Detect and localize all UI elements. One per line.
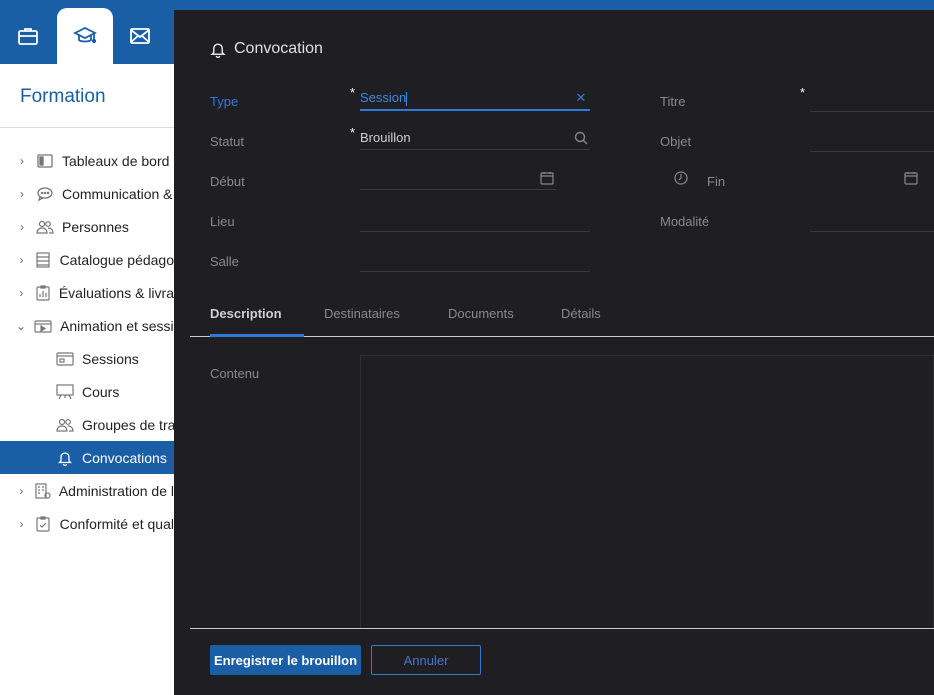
chevron-right-icon: ›: [20, 219, 24, 234]
chevron-right-icon: ›: [19, 483, 24, 498]
graduation-cap-icon: [73, 26, 97, 44]
people-icon: [56, 417, 74, 433]
debut-time-field[interactable]: [564, 166, 690, 190]
tab-description[interactable]: Description: [210, 306, 282, 321]
sidebar-item-administration[interactable]: › Administration de l: [0, 474, 174, 507]
sidebar-item-label: Personnes: [62, 218, 129, 235]
calendar-card-icon: [56, 351, 74, 367]
easel-icon: [56, 383, 74, 400]
statut-field[interactable]: Brouillon: [360, 126, 590, 150]
dashboard-icon: [36, 153, 54, 169]
sidebar-item-sessions[interactable]: Sessions: [0, 342, 174, 375]
chevron-right-icon: ›: [20, 153, 24, 168]
search-icon[interactable]: [572, 131, 590, 145]
people-icon: [36, 219, 54, 235]
dialog-title: Convocation: [210, 40, 323, 58]
envelope-icon: [130, 28, 150, 44]
chart-report-icon: [35, 284, 51, 301]
sidebar-item-label: Cours: [82, 383, 120, 400]
modalite-field[interactable]: [810, 208, 934, 232]
chevron-right-icon: ›: [19, 516, 24, 531]
statut-label: Statut: [210, 134, 244, 149]
fin-date-field[interactable]: [734, 166, 920, 190]
debut-label: Début: [210, 174, 245, 189]
required-asterisk: *: [800, 85, 806, 100]
sidebar-item-tableaux-de-bord[interactable]: › Tableaux de bord: [0, 144, 174, 177]
sidebar-item-convocations[interactable]: Convocations: [0, 441, 174, 474]
tab-details[interactable]: Détails: [561, 306, 601, 321]
footer-divider: [190, 628, 934, 629]
sidebar-item-animation[interactable]: ⌄ Animation et sessio: [0, 309, 174, 342]
sidebar-item-label: Animation et sessio: [60, 317, 174, 334]
convocation-dialog: Convocation Type * Session ✕ Statut * Br…: [174, 10, 934, 695]
sidebar-item-label: Catalogue pédago: [59, 251, 174, 268]
sidebar-item-conformite[interactable]: › Conformité et qual: [0, 507, 174, 540]
contenu-label: Contenu: [210, 366, 260, 381]
type-value: Session: [360, 90, 408, 106]
tab-formation[interactable]: [57, 8, 113, 64]
sidebar-item-catalogue[interactable]: › Catalogue pédago: [0, 243, 174, 276]
building-gear-icon: [35, 482, 51, 499]
sidebar-item-label: Évaluations & livra: [58, 284, 174, 301]
sidebar: Formation › Tableaux de bord › Communica…: [0, 64, 174, 695]
type-field[interactable]: Session ✕: [360, 87, 590, 111]
chat-icon: [36, 186, 54, 202]
debut-date-field[interactable]: [360, 166, 556, 190]
objet-field[interactable]: [810, 128, 934, 152]
sidebar-item-personnes[interactable]: › Personnes: [0, 210, 174, 243]
type-label: Type: [210, 94, 239, 109]
dialog-title-text: Convocation: [234, 40, 323, 57]
sidebar-item-label: Tableaux de bord: [62, 152, 170, 169]
chevron-right-icon: ›: [20, 186, 24, 201]
statut-value: Brouillon: [360, 130, 411, 145]
tab-documents[interactable]: Documents: [448, 306, 514, 321]
sidebar-item-cours[interactable]: Cours: [0, 375, 174, 408]
sidebar-divider: [0, 127, 174, 128]
briefcase-icon: [18, 28, 38, 45]
bell-icon: [56, 450, 74, 466]
clock-icon[interactable]: [672, 171, 690, 185]
cancel-button[interactable]: Annuler: [371, 645, 481, 675]
contenu-editor[interactable]: [360, 355, 934, 629]
fin-label: Fin: [707, 174, 726, 189]
sidebar-item-label: Sessions: [82, 350, 139, 367]
sidebar-item-label: Conformité et qual: [59, 515, 174, 532]
sidebar-item-label: Groupes de trav: [82, 416, 174, 433]
catalog-icon: [35, 251, 52, 268]
sidebar-item-label: Administration de l: [58, 482, 174, 499]
lieu-label: Lieu: [210, 214, 235, 229]
chevron-down-icon: ⌄: [16, 318, 27, 333]
tab-destinataires[interactable]: Destinataires: [324, 306, 400, 321]
calendar-icon[interactable]: [538, 171, 556, 185]
titre-label: Titre: [660, 94, 686, 109]
salle-field[interactable]: [360, 248, 590, 272]
titre-field[interactable]: [810, 88, 934, 112]
active-tab-indicator: [210, 334, 304, 337]
video-icon: [34, 318, 52, 334]
sidebar-item-groupes[interactable]: Groupes de trav: [0, 408, 174, 441]
required-asterisk: *: [350, 125, 356, 140]
chevron-right-icon: ›: [19, 285, 24, 300]
clipboard-check-icon: [35, 515, 52, 532]
sidebar-item-evaluations[interactable]: › Évaluations & livra: [0, 276, 174, 309]
tab-messages[interactable]: [112, 8, 168, 64]
clear-icon[interactable]: ✕: [572, 90, 590, 106]
sidebar-title: Formation: [20, 86, 106, 107]
tab-briefcase[interactable]: [0, 8, 56, 64]
calendar-icon[interactable]: [902, 171, 920, 185]
bell-icon: [210, 42, 226, 58]
sidebar-item-label: Convocations: [82, 449, 167, 466]
chevron-right-icon: ›: [19, 252, 24, 267]
sidebar-item-label: Communication &: [62, 185, 173, 202]
lieu-field[interactable]: [360, 208, 590, 232]
objet-label: Objet: [660, 134, 692, 149]
sidebar-item-communication[interactable]: › Communication &: [0, 177, 174, 210]
salle-label: Salle: [210, 254, 239, 269]
modalite-label: Modalité: [660, 214, 710, 229]
required-asterisk: *: [350, 85, 356, 100]
save-draft-button[interactable]: Enregistrer le brouillon: [210, 645, 361, 675]
